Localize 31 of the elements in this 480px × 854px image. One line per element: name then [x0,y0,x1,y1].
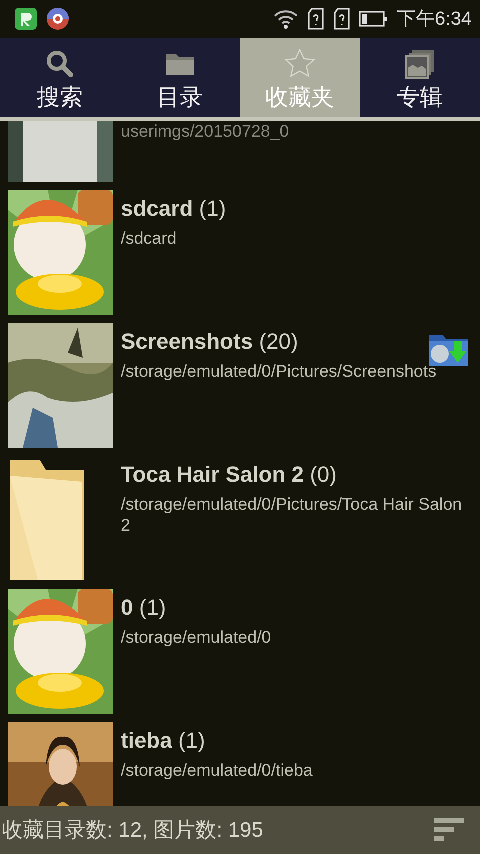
sort-icon[interactable] [434,818,464,842]
folder-list-item[interactable]: Screenshots (20) /storage/emulated/0/Pictures/Screenshots [0,323,480,448]
app-notification-icon [14,7,38,31]
app-notification-icon [46,7,70,31]
folder-path: /sdcard [121,228,178,249]
photo-stack-icon [404,48,436,80]
folder-path: /storage/emulated/0/Pictures/Screenshots [121,361,437,382]
folder-title: 0 (1) [121,595,168,621]
folder-title: Screenshots (20) [121,329,300,355]
folder-path: /storage/emulated/0/tieba [121,760,313,781]
battery-icon [359,9,390,29]
folder-path: userimgs/20150728_0 [121,121,290,142]
folder-list-item[interactable]: Toca Hair Salon 2 (0) /storage/emulated/0/Pictures/Toca Hair Salon 2 [0,456,480,581]
star-icon [284,48,316,80]
folder-list-item[interactable]: 0 (1) /storage/emulated/0 [0,589,480,714]
folder-list-item[interactable]: userimgs/20150728_0 [0,121,480,182]
folder-path: /storage/emulated/0/Pictures/Toca Hair Salon 2 [121,494,464,536]
folder-title: tieba (1) [121,728,206,754]
tab[interactable]: 专辑 [360,38,480,117]
folder-title: sdcard (1) [121,196,226,222]
sim-card-icon [307,7,326,31]
wifi-icon [273,8,300,30]
folder-title: Toca Hair Salon 2 (0) [121,462,338,488]
tab[interactable]: 搜索 [0,38,120,117]
summary-text: 收藏目录数: 12, 图片数: 195 [2,818,264,844]
search-icon [44,48,76,80]
sim-card-icon [333,7,352,31]
folder-path: /storage/emulated/0 [121,627,272,648]
folder-list-item[interactable]: sdcard (1) /sdcard [0,190,480,315]
clock-time: 下午6:34 [397,8,472,32]
tab[interactable]: 目录 [120,38,240,117]
